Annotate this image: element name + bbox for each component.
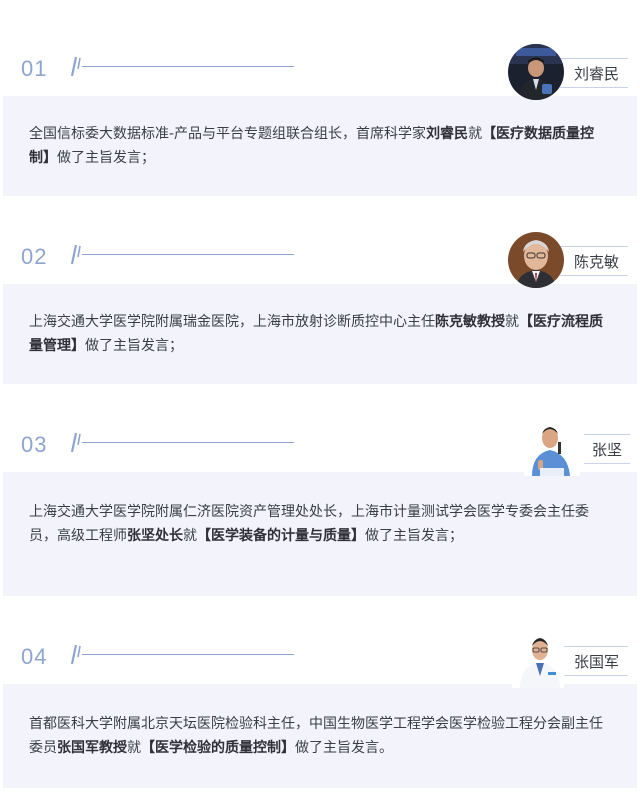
speaker-description-card: 首都医科大学附属北京天坛医院检验科主任，中国生物医学工程学会医学检验工程分会副主… — [3, 684, 637, 788]
speaker-name-tag: 刘睿民 — [560, 58, 628, 88]
speaker-section-3: 03 张坚 上海交通大学医学院附属仁济医院资产管理处处长，上海市计量测试学会医学… — [0, 420, 640, 596]
speaker-header: 01 刘睿民 — [0, 44, 640, 100]
speaker-section-4: 04 张国军 首都医科大学附属北京天坛医院检验科主任，中国生物医学工程学会医学检… — [0, 632, 640, 788]
divider-line — [82, 254, 294, 255]
avatar — [508, 44, 564, 100]
section-number: 02 — [21, 244, 48, 269]
section-number: 04 — [21, 644, 48, 669]
speaker-section-1: 01 刘睿民 全国信标委大数据标准-产品与平台专题组联合组长，首席科学家刘睿民就… — [0, 44, 640, 196]
speaker-name-tag: 张坚 — [584, 434, 630, 464]
avatar — [512, 632, 564, 688]
speaker-header: 02 陈克敏 — [0, 232, 640, 288]
speaker-header: 04 张国军 — [0, 632, 640, 688]
section-number: 03 — [21, 432, 48, 457]
divider-line — [82, 654, 294, 655]
speaker-name-tag: 张国军 — [560, 646, 628, 676]
divider-line — [82, 66, 294, 67]
speaker-description: 上海交通大学医学院附属仁济医院资产管理处处长，上海市计量测试学会医学专委会主任委… — [29, 504, 589, 544]
avatar — [524, 420, 580, 476]
speaker-name: 陈克敏 — [574, 253, 620, 271]
speaker-name-tag: 陈克敏 — [560, 246, 628, 276]
speaker-name: 张坚 — [592, 441, 623, 459]
speaker-name: 张国军 — [574, 653, 620, 671]
speaker-description: 全国信标委大数据标准-产品与平台专题组联合组长，首席科学家刘睿民就【医疗数据质量… — [29, 126, 595, 166]
speaker-section-2: 02 陈克敏 上海交通大学医学院附属瑞金医院，上海市放射诊断质控中心主任陈克敏教… — [0, 232, 640, 384]
speaker-description-card: 全国信标委大数据标准-产品与平台专题组联合组长，首席科学家刘睿民就【医疗数据质量… — [3, 96, 637, 196]
speaker-description: 上海交通大学医学院附属瑞金医院，上海市放射诊断质控中心主任陈克敏教授就【医疗流程… — [29, 314, 603, 354]
section-number: 01 — [21, 56, 48, 81]
speaker-name: 刘睿民 — [574, 65, 620, 83]
speaker-description-card: 上海交通大学医学院附属仁济医院资产管理处处长，上海市计量测试学会医学专委会主任委… — [3, 472, 637, 596]
divider-line — [82, 442, 294, 443]
speaker-header: 03 张坚 — [0, 420, 640, 476]
avatar — [508, 232, 564, 288]
speaker-description-card: 上海交通大学医学院附属瑞金医院，上海市放射诊断质控中心主任陈克敏教授就【医疗流程… — [3, 284, 637, 384]
speaker-description: 首都医科大学附属北京天坛医院检验科主任，中国生物医学工程学会医学检验工程分会副主… — [29, 716, 603, 756]
